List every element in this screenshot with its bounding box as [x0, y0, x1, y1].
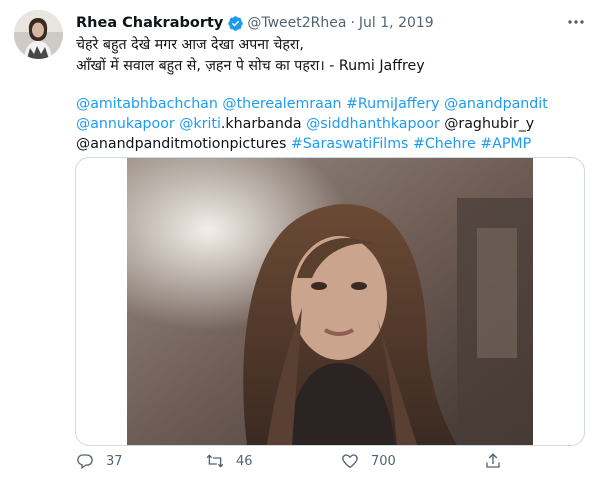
- hashtag-link[interactable]: #RumiJaffery: [346, 96, 439, 112]
- mention-link[interactable]: @anandpandit: [444, 96, 548, 112]
- tweet-photo[interactable]: [127, 158, 533, 445]
- share-button[interactable]: [484, 452, 514, 470]
- mention-remainder-text: .kharbanda: [220, 116, 302, 132]
- mention-link[interactable]: @kriti: [179, 116, 221, 132]
- tweet-date[interactable]: Jul 1, 2019: [359, 15, 434, 31]
- author-avatar[interactable]: [14, 10, 63, 59]
- tweet-text-line-2: आँखों में सवाल बहुत से, ज़हन पे सोच का प…: [76, 58, 425, 74]
- reply-icon: [77, 454, 93, 470]
- mention-link[interactable]: @siddhanthkapoor: [306, 116, 440, 132]
- retweet-icon: [206, 454, 224, 468]
- hashtag-link[interactable]: #SaraswatiFilms: [291, 136, 409, 152]
- hashtag-link[interactable]: #Chehre: [413, 136, 476, 152]
- tweet-header: Rhea Chakraborty @Tweet2Rhea · Jul 1, 20…: [76, 12, 560, 34]
- like-icon: [342, 454, 358, 469]
- author-handle[interactable]: @Tweet2Rhea: [247, 15, 346, 31]
- reply-count: 37: [106, 453, 123, 469]
- more-options-icon[interactable]: [566, 12, 586, 32]
- retweet-button[interactable]: 46: [206, 452, 253, 470]
- separator-dot: ·: [350, 15, 355, 31]
- mention-text: @anandpanditmotionpictures: [76, 136, 287, 152]
- like-button[interactable]: 700: [341, 452, 396, 470]
- mention-link[interactable]: @therealemraan: [222, 96, 341, 112]
- tweet-mentions: @amitabhbachchan @therealemraan #RumiJaf…: [76, 94, 591, 154]
- tweet-text-line-1: चेहरे बहुत देखे मगर आज देखा अपना चेहरा,: [76, 37, 304, 53]
- retweet-count: 46: [236, 453, 253, 469]
- tweet-media[interactable]: [75, 157, 585, 446]
- share-icon: [486, 453, 500, 468]
- like-count: 700: [371, 453, 396, 469]
- mention-link[interactable]: @annukapoor: [76, 116, 175, 132]
- author-name[interactable]: Rhea Chakraborty: [76, 15, 223, 31]
- mentions-line-3: @anandpanditmotionpictures #SaraswatiFil…: [76, 134, 591, 154]
- mentions-line-1: @amitabhbachchan @therealemraan #RumiJaf…: [76, 94, 591, 114]
- verified-badge-icon: [227, 15, 244, 32]
- reply-button[interactable]: 37: [76, 452, 123, 470]
- tweet-text: चेहरे बहुत देखे मगर आज देखा अपना चेहरा, …: [76, 35, 586, 77]
- mentions-line-2: @annukapoor @kriti.kharbanda @siddhanthk…: [76, 114, 591, 134]
- tweet-actions: 37 46 700: [76, 452, 591, 476]
- mention-text: @raghubir_y: [444, 116, 535, 132]
- hashtag-link[interactable]: #APMP: [480, 136, 531, 152]
- mention-link[interactable]: @amitabhbachchan: [76, 96, 218, 112]
